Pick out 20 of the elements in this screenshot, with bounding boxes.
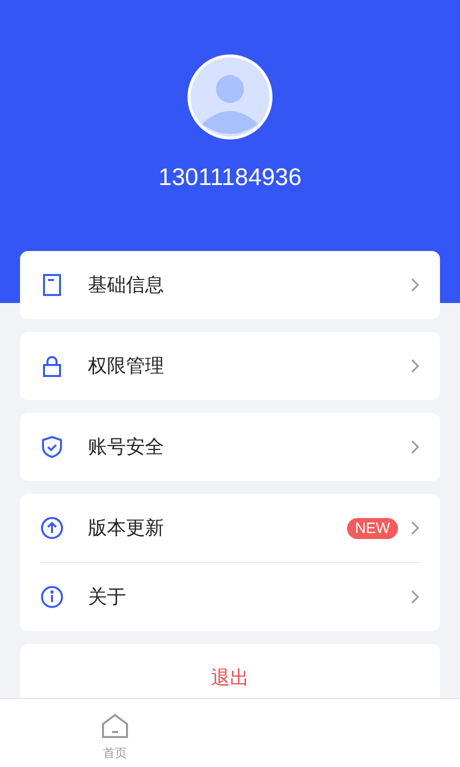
document-icon bbox=[40, 273, 64, 297]
menu-item-label[interactable]: 基础信息 bbox=[88, 272, 410, 298]
menu-item-label[interactable]: 关于 bbox=[88, 584, 410, 610]
chevron-right-icon bbox=[410, 277, 420, 293]
chevron-right-icon bbox=[410, 439, 420, 455]
chevron-right-icon bbox=[410, 589, 420, 605]
chevron-right-icon bbox=[410, 358, 420, 374]
menu-item-label[interactable]: 版本更新 bbox=[88, 515, 347, 541]
info-icon bbox=[40, 585, 64, 609]
menu-item-label[interactable]: 权限管理 bbox=[88, 353, 410, 379]
menu-item-label[interactable]: 账号安全 bbox=[88, 434, 410, 460]
logout-button[interactable]: 退出 bbox=[20, 644, 440, 698]
avatar-icon bbox=[187, 54, 273, 140]
chevron-right-icon bbox=[410, 520, 420, 536]
new-badge: NEW bbox=[347, 518, 398, 538]
phone-number: 13011184936 bbox=[158, 164, 302, 192]
lock-icon bbox=[40, 354, 64, 378]
shield-check-icon bbox=[40, 435, 64, 459]
up-arrow-circle-icon bbox=[40, 516, 64, 540]
home-icon bbox=[101, 713, 129, 739]
